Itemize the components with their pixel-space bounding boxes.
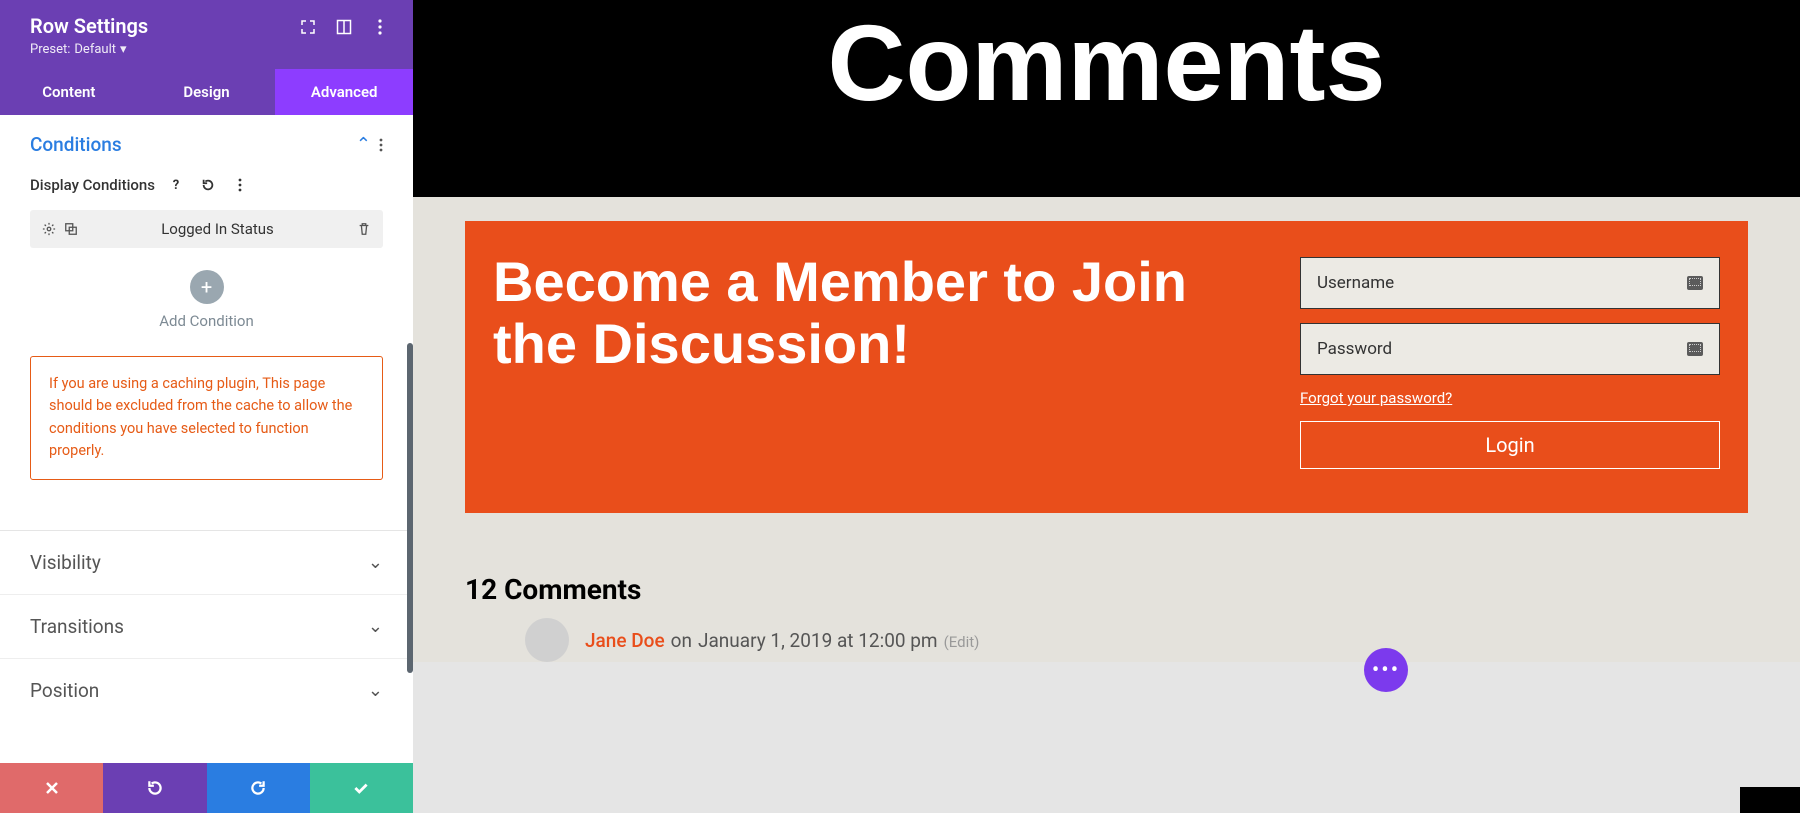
tab-advanced[interactable]: Advanced <box>275 69 413 115</box>
columns-icon[interactable] <box>335 18 353 36</box>
chevron-down-icon: ⌄ <box>368 616 383 637</box>
expand-icon[interactable] <box>299 18 317 36</box>
settings-title: Row Settings <box>30 14 148 38</box>
comment-item: Jane Doe on January 1, 2019 at 12:00 pm … <box>465 606 1748 662</box>
add-condition-label: Add Condition <box>30 312 383 330</box>
settings-tabs: Content Design Advanced <box>0 69 413 115</box>
keyboard-icon <box>1687 342 1703 356</box>
settings-header: Row Settings Preset: Default ▾ <box>0 0 413 69</box>
edit-comment-link[interactable]: (Edit) <box>944 633 980 651</box>
section-conditions-title: Conditions <box>30 133 122 156</box>
save-button[interactable] <box>310 763 413 813</box>
comment-date: January 1, 2019 at 12:00 pm <box>698 629 938 652</box>
login-button[interactable]: Login <box>1300 421 1720 469</box>
gear-icon[interactable] <box>42 222 56 236</box>
condition-item[interactable]: Logged In Status <box>30 210 383 248</box>
page-preview: Comments Become a Member to Join the Dis… <box>413 0 1800 813</box>
section-position[interactable]: Position ⌄ <box>0 659 413 722</box>
duplicate-icon[interactable] <box>64 222 78 236</box>
more-vertical-icon[interactable] <box>371 18 389 36</box>
password-field[interactable]: Password <box>1300 323 1720 375</box>
discard-button[interactable] <box>0 763 103 813</box>
comments-count-heading: 12 Comments <box>465 573 1748 606</box>
chevron-up-icon: ⌃ <box>356 134 371 155</box>
membership-card: Become a Member to Join the Discussion! … <box>465 221 1748 513</box>
caching-warning: If you are using a caching plugin, This … <box>30 356 383 480</box>
more-vertical-icon[interactable] <box>379 138 383 152</box>
comment-author[interactable]: Jane Doe <box>585 629 665 652</box>
avatar <box>525 618 569 662</box>
condition-item-label: Logged In Status <box>78 220 357 238</box>
help-icon[interactable]: ? <box>165 174 187 196</box>
page-banner: Comments <box>413 0 1800 197</box>
corner-widget[interactable] <box>1740 787 1800 813</box>
keyboard-icon <box>1687 276 1703 290</box>
add-condition-button[interactable]: + <box>190 270 224 304</box>
tab-content[interactable]: Content <box>0 69 138 115</box>
forgot-password-link[interactable]: Forgot your password? <box>1300 389 1720 407</box>
chevron-down-icon: ⌄ <box>368 552 383 573</box>
username-field[interactable]: Username <box>1300 257 1720 309</box>
reset-icon[interactable] <box>197 174 219 196</box>
redo-button[interactable] <box>207 763 310 813</box>
more-vertical-icon[interactable] <box>229 174 251 196</box>
trash-icon[interactable] <box>357 222 371 236</box>
section-visibility[interactable]: Visibility ⌄ <box>0 531 413 595</box>
section-transitions[interactable]: Transitions ⌄ <box>0 595 413 659</box>
action-bar <box>0 763 413 813</box>
chevron-down-icon: ⌄ <box>368 680 383 701</box>
caret-down-icon: ▾ <box>120 42 127 57</box>
banner-title: Comments <box>827 0 1385 125</box>
undo-button[interactable] <box>103 763 206 813</box>
module-options-fab[interactable]: ••• <box>1364 648 1408 692</box>
membership-heading: Become a Member to Join the Discussion! <box>493 251 1260 374</box>
display-conditions-label: Display Conditions <box>30 176 155 194</box>
tab-design[interactable]: Design <box>138 69 276 115</box>
preset-selector[interactable]: Preset: Default ▾ <box>30 42 148 57</box>
section-conditions-header[interactable]: Conditions ⌃ <box>0 115 413 174</box>
